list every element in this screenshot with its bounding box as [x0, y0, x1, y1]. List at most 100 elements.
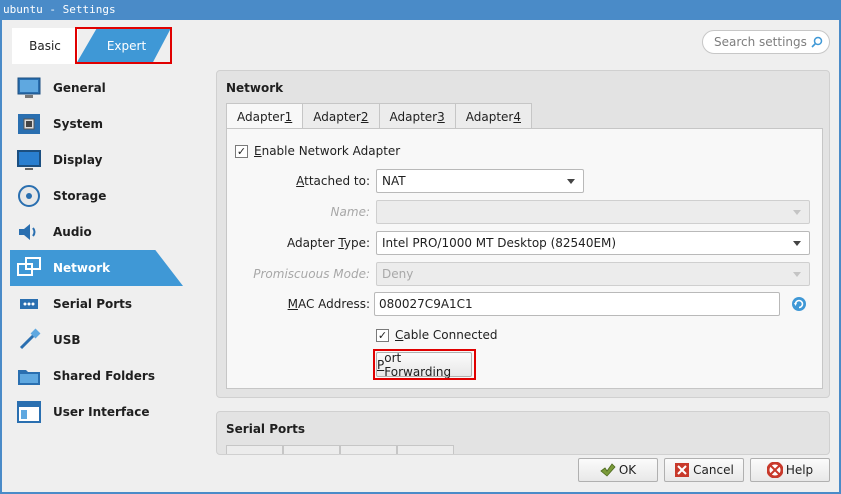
display-icon [17, 150, 41, 170]
sidebar-item-label: USB [53, 333, 81, 347]
check-icon [600, 463, 616, 477]
settings-sidebar: General System Display Storage Audio Net… [10, 70, 185, 430]
sidebar-item-shared-folders[interactable]: Shared Folders [10, 358, 185, 394]
chevron-down-icon [793, 210, 801, 215]
serial-tab-stub[interactable] [226, 445, 283, 454]
chevron-down-icon [793, 241, 801, 246]
sidebar-item-system[interactable]: System [10, 106, 185, 142]
tab-key: 1 [284, 110, 293, 124]
tab-adapter-2[interactable]: Adapter 2 [302, 103, 380, 129]
basic-mode-button[interactable]: Basic [12, 28, 78, 64]
promiscuous-select[interactable]: Deny [376, 262, 810, 286]
shared-folders-icon [18, 370, 40, 385]
user-interface-icon [17, 401, 41, 423]
serial-tab-stub[interactable] [283, 445, 340, 454]
expert-highlight-box [75, 27, 172, 64]
adapter-type-value: Intel PRO/1000 MT Desktop (82540EM) [382, 236, 617, 250]
promiscuous-label: Promiscuous Mode: [253, 267, 370, 281]
serial-tab-stub[interactable] [397, 445, 454, 454]
sidebar-item-label: Audio [53, 225, 92, 239]
sidebar-item-label: Storage [53, 189, 107, 203]
mac-address-input[interactable]: 080027C9A1C1 [374, 292, 780, 316]
enable-adapter-check[interactable]: ✓ [235, 144, 248, 158]
sidebar-item-label: System [53, 117, 103, 131]
label-key: M [287, 297, 298, 311]
label-rest: able Connected [403, 328, 498, 342]
attached-to-select[interactable]: NAT [376, 169, 584, 193]
label-rest: nable Network Adapter [261, 144, 401, 158]
adapter-type-label: Adapter Type: [240, 236, 370, 250]
basic-mode-label: Basic [29, 39, 61, 53]
search-icon[interactable] [811, 36, 823, 48]
sidebar-item-label: Shared Folders [53, 369, 155, 383]
help-button[interactable]: Help [750, 458, 830, 482]
label-pre: Adapter [286, 236, 339, 250]
tab-label: Adapter [389, 109, 438, 124]
system-icon [18, 114, 40, 134]
name-label: Name: [330, 205, 370, 219]
window-title: ubuntu - Settings [3, 3, 116, 16]
network-icon [17, 257, 41, 276]
ok-button[interactable]: OK [578, 458, 658, 482]
label-rest: ype: [343, 236, 370, 250]
ok-label: OK [618, 463, 637, 477]
sidebar-item-serial-ports[interactable]: Serial Ports [10, 286, 185, 322]
attached-to-label: Attached to: [240, 174, 370, 188]
label-rest: AC Address: [297, 297, 370, 311]
sidebar-item-general[interactable]: General [10, 70, 185, 106]
usb-icon [19, 328, 41, 350]
general-icon [17, 77, 41, 98]
serial-tab-stub[interactable] [340, 445, 397, 454]
serial-ports-title: Serial Ports [226, 422, 306, 436]
search-placeholder: Search settings [714, 35, 807, 49]
sidebar-item-display[interactable]: Display [10, 142, 185, 178]
promiscuous-value: Deny [382, 267, 414, 281]
serial-ports-group: Serial Ports [216, 411, 830, 455]
sidebar-item-user-interface[interactable]: User Interface [10, 394, 185, 430]
help-label: Help [785, 463, 814, 477]
network-title: Network [226, 81, 284, 95]
attached-to-value: NAT [382, 174, 406, 188]
tab-adapter-3[interactable]: Adapter 3 [378, 103, 456, 129]
tab-key: 2 [360, 109, 369, 124]
storage-icon [18, 185, 40, 207]
window-titlebar: ubuntu - Settings [0, 0, 841, 20]
tab-adapter-4[interactable]: Adapter 4 [454, 103, 532, 129]
cable-connected-label: Cable Connected [395, 328, 498, 342]
tab-key: 3 [437, 109, 445, 124]
label-rest: ttached to: [304, 174, 370, 188]
help-icon [766, 462, 783, 478]
sidebar-item-audio[interactable]: Audio [10, 214, 185, 250]
label-key: A [296, 174, 305, 188]
tab-label: Adapter [465, 109, 514, 124]
sidebar-item-label: Network [53, 261, 111, 275]
sidebar-item-label: Display [53, 153, 103, 167]
cancel-button[interactable]: Cancel [664, 458, 744, 482]
tab-key: 4 [513, 109, 521, 124]
name-select[interactable] [376, 200, 810, 224]
cable-connected-check[interactable]: ✓ [376, 328, 389, 342]
enable-adapter-label: Enable Network Adapter [254, 144, 400, 158]
port-forwarding-highlight-box [373, 349, 476, 380]
chevron-down-icon [793, 272, 801, 277]
tab-label: Adapter [313, 109, 361, 124]
label-key: E [254, 144, 262, 158]
search-input[interactable]: Search settings [702, 30, 830, 54]
cancel-icon [675, 463, 690, 477]
adapter-type-select[interactable]: Intel PRO/1000 MT Desktop (82540EM) [376, 231, 810, 255]
sidebar-item-storage[interactable]: Storage [10, 178, 185, 214]
sidebar-item-usb[interactable]: USB [10, 322, 185, 358]
mac-address-label: MAC Address: [240, 297, 370, 311]
sidebar-item-label: General [53, 81, 106, 95]
sidebar-item-label: User Interface [53, 405, 150, 419]
tab-label: Adapter [237, 110, 285, 124]
adapter-tabs: Adapter 1 Adapter 2 Adapter 3 Adapter 4 [226, 103, 532, 130]
sidebar-item-network[interactable]: Network [10, 250, 183, 286]
cable-connected-checkbox[interactable]: ✓ Cable Connected [376, 328, 498, 342]
tab-adapter-1[interactable]: Adapter 1 [226, 103, 304, 130]
enable-adapter-checkbox[interactable]: ✓ Enable Network Adapter [235, 144, 400, 158]
refresh-mac-icon[interactable] [791, 296, 807, 312]
chevron-down-icon [567, 179, 575, 184]
cancel-label: Cancel [693, 463, 734, 477]
serial-ports-icon [20, 299, 38, 309]
